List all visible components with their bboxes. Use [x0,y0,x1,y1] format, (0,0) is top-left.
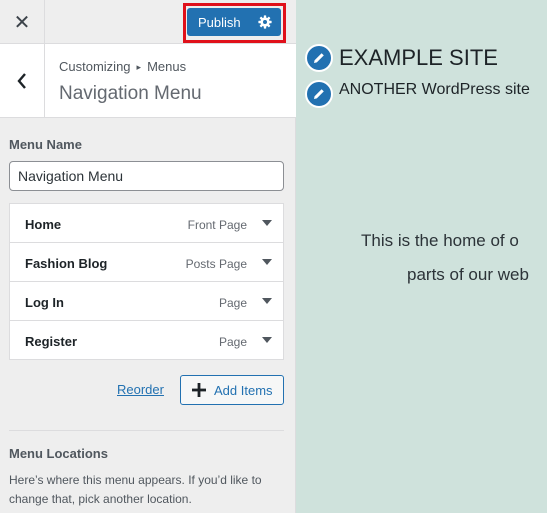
publish-label: Publish [198,14,241,30]
preview-body-text: This is the home of o [361,231,519,250]
menu-item-title: Home [25,217,62,232]
menu-item-log-in[interactable]: Log In Page [9,281,284,321]
menu-item-title: Fashion Blog [25,256,108,271]
section-divider [9,430,284,431]
menu-item-type: Page [218,335,247,349]
chevron-left-icon [17,73,26,89]
add-items-button[interactable]: Add Items [180,375,284,405]
reorder-link[interactable]: Reorder [117,382,164,397]
menu-item-type: Posts Page [185,257,247,271]
edit-site-title-button[interactable] [305,44,333,72]
menu-name-label: Menu Name [9,137,82,152]
menu-item-register[interactable]: Register Page [9,320,284,360]
back-button[interactable] [0,44,45,118]
edit-tagline-button[interactable] [305,80,333,108]
menu-item-type: Page [218,296,247,310]
expand-arrow-icon[interactable] [262,298,272,304]
menu-item-list: Home Front Page Fashion Blog Posts Page … [9,203,284,360]
menu-item-home[interactable]: Home Front Page [9,203,284,243]
plus-icon [192,383,206,397]
publish-button[interactable]: Publish [187,8,281,36]
preview-body-text: parts of our web [407,265,529,284]
customizer-sidebar: ✕ Publish Customizing ▸ Menus Navigation… [0,0,296,513]
site-tagline: ANOTHER WordPress site [339,81,530,98]
section-title: Navigation Menu [59,83,202,104]
menu-locations-title: Menu Locations [9,446,108,461]
add-items-label: Add Items [214,382,273,398]
close-customizer-button[interactable]: ✕ [0,0,45,44]
menu-item-title: Register [25,334,78,349]
expand-arrow-icon[interactable] [262,220,272,226]
menu-locations-description: Here’s where this menu appears. If you’d… [9,473,262,506]
gear-icon[interactable] [257,14,273,30]
breadcrumb-parent: Menus [147,59,187,74]
expand-arrow-icon[interactable] [262,337,272,343]
close-icon: ✕ [13,10,31,34]
breadcrumb: Customizing ▸ Menus [59,59,186,74]
breadcrumb-root: Customizing [59,59,131,74]
menu-item-fashion-blog[interactable]: Fashion Blog Posts Page [9,242,284,282]
site-title: EXAMPLE SITE [339,45,498,70]
section-header: Customizing ▸ Menus Navigation Menu [0,44,296,118]
pencil-icon [314,53,324,63]
menu-name-input[interactable] [9,161,284,191]
expand-arrow-icon[interactable] [262,259,272,265]
menu-item-type: Front Page [187,218,247,232]
pencil-icon [314,89,324,99]
site-preview: EXAMPLE SITE ANOTHER WordPress site This… [297,0,547,513]
menu-item-title: Log In [25,295,64,310]
breadcrumb-separator: ▸ [136,62,142,72]
customizer-header: ✕ Publish [0,0,296,44]
